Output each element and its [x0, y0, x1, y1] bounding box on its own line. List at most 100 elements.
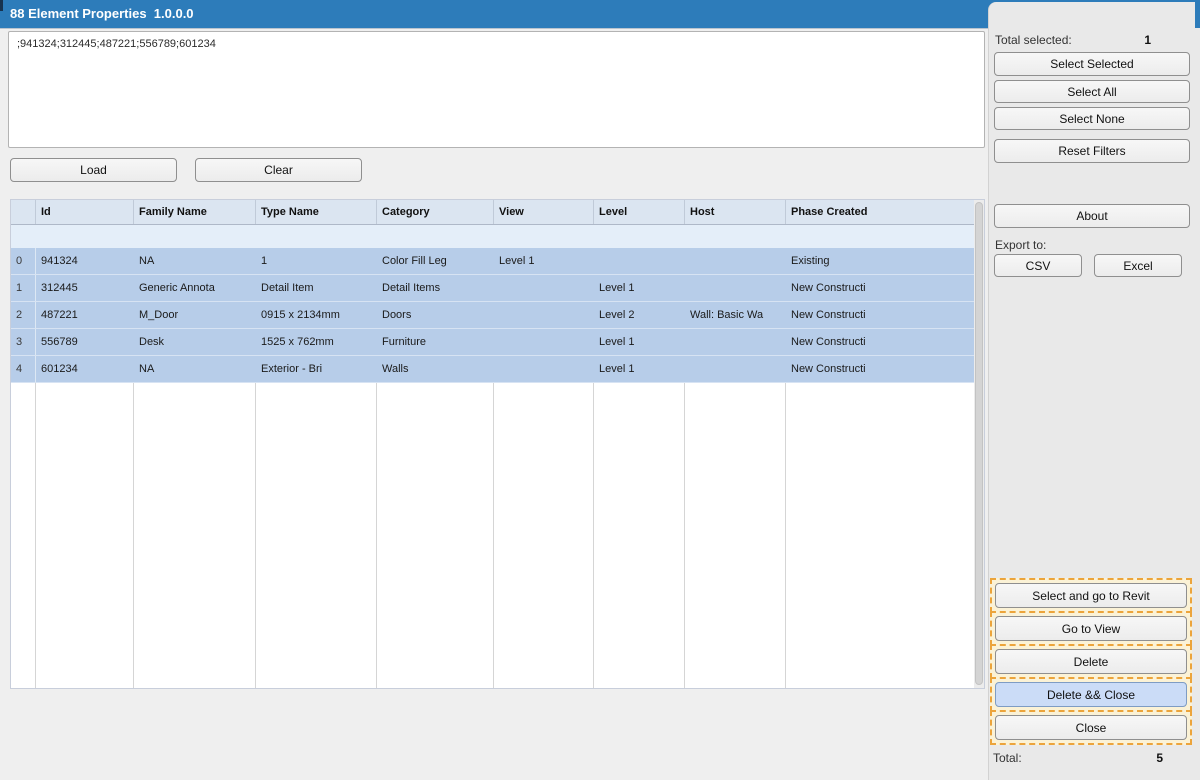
header-category[interactable]: Category — [377, 200, 494, 224]
cell-type-name[interactable]: 1 — [256, 248, 377, 274]
header-type-name[interactable]: Type Name — [256, 200, 377, 224]
table-row[interactable]: 1 312445 Generic Annota Detail Item Deta… — [11, 275, 976, 302]
cell-category[interactable]: Detail Items — [377, 275, 494, 301]
dashed-box: Go to View — [990, 611, 1192, 646]
delete-and-close-button[interactable]: Delete && Close — [995, 682, 1187, 707]
cell-level[interactable]: Level 1 — [594, 275, 685, 301]
cell-host[interactable] — [685, 275, 786, 301]
empty-cell — [36, 383, 134, 688]
cell-id[interactable]: 601234 — [36, 356, 134, 382]
cell-id[interactable]: 941324 — [36, 248, 134, 274]
cell-host[interactable] — [685, 248, 786, 274]
cell-view[interactable] — [494, 302, 594, 328]
cell-level[interactable]: Level 2 — [594, 302, 685, 328]
cell-view[interactable] — [494, 275, 594, 301]
table-row[interactable]: 3 556789 Desk 1525 x 762mm Furniture Lev… — [11, 329, 976, 356]
empty-cell — [594, 383, 685, 688]
go-to-view-button[interactable]: Go to View — [995, 616, 1187, 641]
row-index: 1 — [11, 275, 36, 301]
select-none-button[interactable]: Select None — [994, 107, 1190, 130]
cell-type-name[interactable]: Detail Item — [256, 275, 377, 301]
empty-cell — [494, 383, 594, 688]
side-panel: Total selected: 1 Select Selected Select… — [988, 2, 1195, 780]
cell-family-name[interactable]: NA — [134, 248, 256, 274]
cell-category[interactable]: Doors — [377, 302, 494, 328]
total-selected-value: 1 — [1144, 33, 1151, 47]
cell-level[interactable]: Level 1 — [594, 329, 685, 355]
table-empty-area — [11, 383, 976, 688]
table-row[interactable]: 0 941324 NA 1 Color Fill Leg Level 1 Exi… — [11, 248, 976, 275]
header-view[interactable]: View — [494, 200, 594, 224]
export-to-label: Export to: — [995, 238, 1046, 252]
dashed-box: Select and go to Revit — [990, 578, 1192, 613]
action-button-group: Select and go to Revit Go to View Delete… — [990, 578, 1192, 745]
cell-category[interactable]: Furniture — [377, 329, 494, 355]
row-index: 2 — [11, 302, 36, 328]
export-excel-button[interactable]: Excel — [1094, 254, 1182, 277]
cell-level[interactable] — [594, 248, 685, 274]
total-label: Total: — [993, 751, 1022, 765]
cell-family-name[interactable]: Generic Annota — [134, 275, 256, 301]
cell-view[interactable] — [494, 356, 594, 382]
element-table: Id Family Name Type Name Category View L… — [10, 199, 985, 689]
dashed-box: Delete && Close — [990, 677, 1192, 712]
load-button[interactable]: Load — [10, 158, 177, 182]
row-index: 3 — [11, 329, 36, 355]
row-index: 4 — [11, 356, 36, 382]
empty-cell — [786, 383, 976, 688]
cell-phase-created[interactable]: New Constructi — [786, 329, 976, 355]
cell-view[interactable]: Level 1 — [494, 248, 594, 274]
cell-phase-created[interactable]: Existing — [786, 248, 976, 274]
select-all-button[interactable]: Select All — [994, 80, 1190, 103]
total-selected-label: Total selected: — [995, 33, 1072, 47]
header-phase-created[interactable]: Phase Created — [786, 200, 976, 224]
close-button[interactable]: Close — [995, 715, 1187, 740]
select-and-go-to-revit-button[interactable]: Select and go to Revit — [995, 583, 1187, 608]
cell-type-name[interactable]: Exterior - Bri — [256, 356, 377, 382]
cell-type-name[interactable]: 1525 x 762mm — [256, 329, 377, 355]
table-header-row: Id Family Name Type Name Category View L… — [11, 200, 976, 225]
empty-cell — [11, 383, 36, 688]
cell-category[interactable]: Color Fill Leg — [377, 248, 494, 274]
table-scrollbar-thumb[interactable] — [975, 202, 983, 685]
delete-button[interactable]: Delete — [995, 649, 1187, 674]
cell-category[interactable]: Walls — [377, 356, 494, 382]
cell-level[interactable]: Level 1 — [594, 356, 685, 382]
window-corner-notch — [0, 0, 3, 11]
empty-cell — [685, 383, 786, 688]
cell-phase-created[interactable]: New Constructi — [786, 356, 976, 382]
empty-cell — [134, 383, 256, 688]
header-id[interactable]: Id — [36, 200, 134, 224]
total-value: 5 — [1156, 751, 1163, 765]
table-filter-row[interactable] — [11, 225, 976, 248]
cell-host[interactable] — [685, 356, 786, 382]
cell-family-name[interactable]: M_Door — [134, 302, 256, 328]
header-family-name[interactable]: Family Name — [134, 200, 256, 224]
window-title: 88 Element Properties 1.0.0.0 — [10, 0, 194, 28]
empty-cell — [377, 383, 494, 688]
cell-id[interactable]: 556789 — [36, 329, 134, 355]
header-host[interactable]: Host — [685, 200, 786, 224]
row-index: 0 — [11, 248, 36, 274]
cell-family-name[interactable]: Desk — [134, 329, 256, 355]
cell-type-name[interactable]: 0915 x 2134mm — [256, 302, 377, 328]
reset-filters-button[interactable]: Reset Filters — [994, 139, 1190, 163]
cell-host[interactable]: Wall: Basic Wa — [685, 302, 786, 328]
cell-id[interactable]: 487221 — [36, 302, 134, 328]
about-button[interactable]: About — [994, 204, 1190, 228]
cell-phase-created[interactable]: New Constructi — [786, 302, 976, 328]
cell-phase-created[interactable]: New Constructi — [786, 275, 976, 301]
header-level[interactable]: Level — [594, 200, 685, 224]
table-row[interactable]: 2 487221 M_Door 0915 x 2134mm Doors Leve… — [11, 302, 976, 329]
cell-id[interactable]: 312445 — [36, 275, 134, 301]
header-row-stub — [11, 200, 36, 224]
cell-host[interactable] — [685, 329, 786, 355]
table-scrollbar[interactable] — [974, 200, 984, 688]
cell-family-name[interactable]: NA — [134, 356, 256, 382]
table-row[interactable]: 4 601234 NA Exterior - Bri Walls Level 1… — [11, 356, 976, 383]
clear-button[interactable]: Clear — [195, 158, 362, 182]
select-selected-button[interactable]: Select Selected — [994, 52, 1190, 76]
element-ids-input[interactable]: ;941324;312445;487221;556789;601234 — [8, 31, 985, 148]
export-csv-button[interactable]: CSV — [994, 254, 1082, 277]
cell-view[interactable] — [494, 329, 594, 355]
